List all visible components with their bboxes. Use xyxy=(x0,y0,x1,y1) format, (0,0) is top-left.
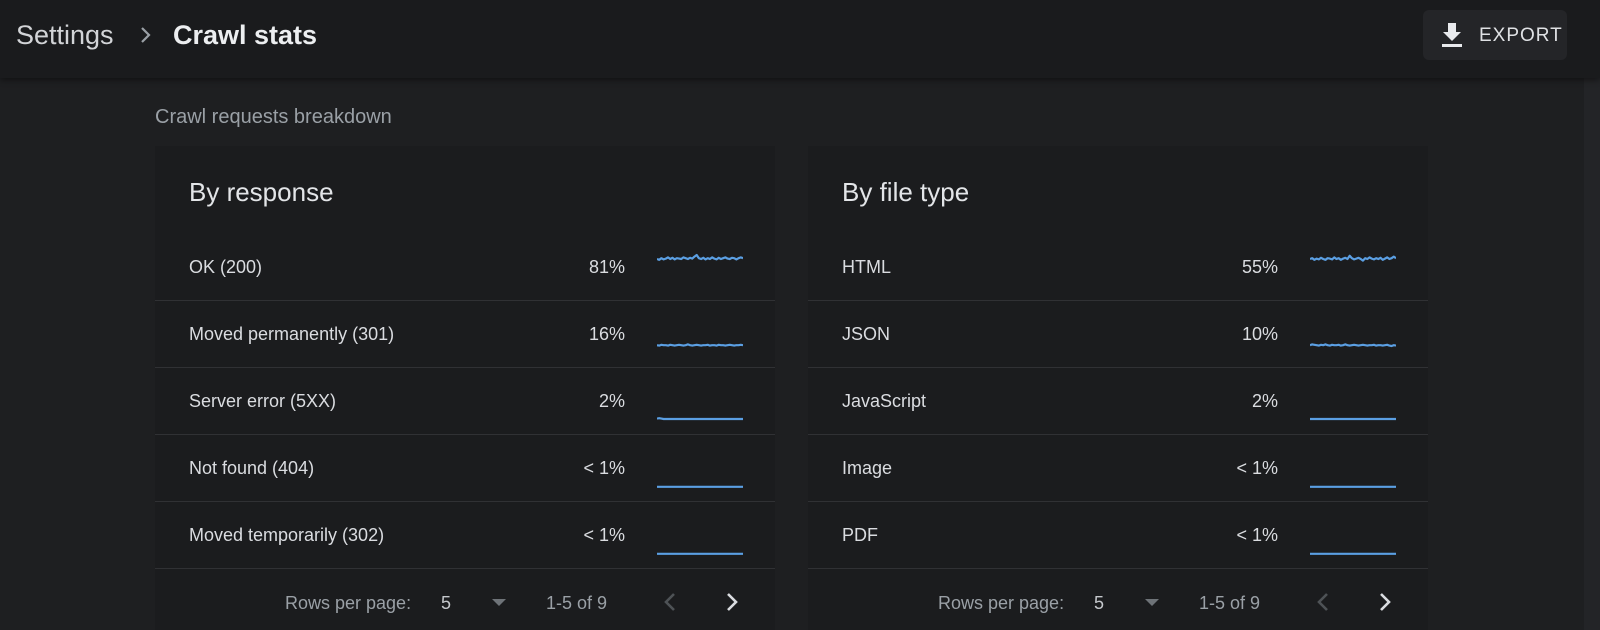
page-range: 1-5 of 9 xyxy=(546,593,608,613)
table-row[interactable]: Moved permanently (301) 16% xyxy=(155,301,775,368)
row-label: HTML xyxy=(842,257,891,277)
sparkline-chart xyxy=(657,552,743,555)
rows-per-page-label: Rows per page: xyxy=(285,593,412,613)
chevron-right-icon xyxy=(141,27,151,43)
top-bar: Settings Crawl stats EXPORT xyxy=(0,0,1600,78)
export-button[interactable]: EXPORT xyxy=(1423,10,1567,60)
row-percent: 2% xyxy=(1251,391,1278,411)
sparkline-chart xyxy=(657,485,743,488)
chevron-left-icon[interactable] xyxy=(1310,586,1338,618)
sparkline-chart xyxy=(1310,417,1396,421)
sparkline-series xyxy=(1310,343,1396,348)
card-title: By file type xyxy=(842,177,970,207)
sparkline-chart xyxy=(1310,552,1396,555)
row-label: Server error (5XX) xyxy=(189,391,337,411)
table-row[interactable]: Image < 1% xyxy=(808,435,1428,502)
chevron-right-icon[interactable] xyxy=(1370,586,1398,618)
rows-per-page-select[interactable]: 5 xyxy=(435,586,525,620)
sparkline-series xyxy=(1310,254,1396,262)
row-label: JSON xyxy=(842,324,891,344)
sparkline-chart xyxy=(657,253,743,261)
table-row[interactable]: OK (200) 81% xyxy=(155,234,775,301)
sparkline-chart xyxy=(1310,485,1396,488)
table-row[interactable]: JSON 10% xyxy=(808,301,1428,368)
row-percent: < 1% xyxy=(583,525,625,545)
by-file-type-card: By file type HTML 55% JSON 10% JavaScrip… xyxy=(808,146,1428,630)
table-row[interactable]: PDF < 1% xyxy=(808,502,1428,569)
sparkline-chart xyxy=(1310,343,1396,348)
sparkline-series xyxy=(657,417,743,421)
export-label: EXPORT xyxy=(1479,25,1563,46)
caret-down-icon xyxy=(1145,599,1159,606)
row-label: Image xyxy=(842,458,893,478)
row-percent: 2% xyxy=(598,391,625,411)
rows-per-page-label: Rows per page: xyxy=(938,593,1065,613)
table-row[interactable]: JavaScript 2% xyxy=(808,368,1428,435)
sparkline-series xyxy=(657,253,743,261)
sparkline-chart xyxy=(657,343,743,347)
sparkline-chart xyxy=(1310,254,1396,262)
rows-per-page-select[interactable]: 5 xyxy=(1088,586,1178,620)
sparkline-series xyxy=(657,343,743,347)
row-percent: 55% xyxy=(1241,257,1278,277)
by-response-card: By response OK (200) 81% Moved permanent… xyxy=(155,146,775,630)
row-percent: < 1% xyxy=(1236,525,1278,545)
card-title: By response xyxy=(189,177,334,207)
chevron-right-icon[interactable] xyxy=(717,586,745,618)
rows-per-page-value: 5 xyxy=(441,593,452,613)
row-percent: 16% xyxy=(588,324,625,344)
row-label: PDF xyxy=(842,525,878,545)
section-title: Crawl requests breakdown xyxy=(155,106,392,128)
row-label: Moved permanently (301) xyxy=(189,324,395,344)
table-row[interactable]: HTML 55% xyxy=(808,234,1428,301)
table-row[interactable]: Moved temporarily (302) < 1% xyxy=(155,502,775,569)
page-title: Crawl stats xyxy=(173,20,318,50)
row-label: Moved temporarily (302) xyxy=(189,525,385,545)
row-percent: 10% xyxy=(1241,324,1278,344)
row-label: Not found (404) xyxy=(189,458,315,478)
rows-per-page-value: 5 xyxy=(1094,593,1105,613)
table-row[interactable]: Server error (5XX) 2% xyxy=(155,368,775,435)
caret-down-icon xyxy=(492,599,506,606)
download-icon xyxy=(1442,23,1462,47)
row-label: JavaScript xyxy=(842,391,927,411)
page-range: 1-5 of 9 xyxy=(1199,593,1261,613)
scrollbar-track[interactable] xyxy=(1584,78,1600,630)
table-row[interactable]: Not found (404) < 1% xyxy=(155,435,775,502)
sparkline-chart xyxy=(657,417,743,421)
row-percent: < 1% xyxy=(583,458,625,478)
chevron-left-icon[interactable] xyxy=(657,586,685,618)
breadcrumb-settings[interactable]: Settings xyxy=(16,19,114,51)
row-percent: < 1% xyxy=(1236,458,1278,478)
row-percent: 81% xyxy=(588,257,625,277)
row-label: OK (200) xyxy=(189,257,263,277)
